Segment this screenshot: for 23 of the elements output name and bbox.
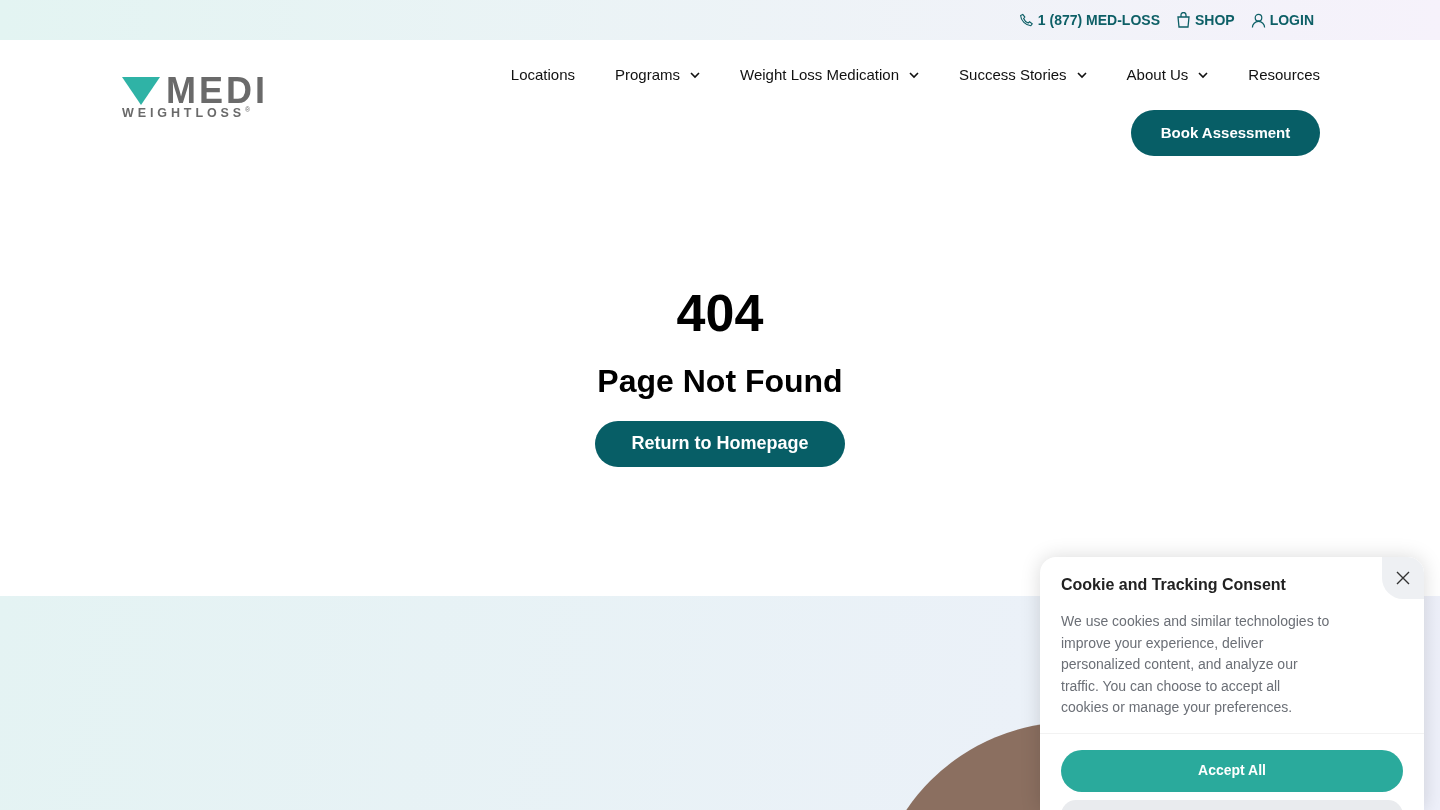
login-link[interactable]: LOGIN: [1250, 9, 1314, 31]
phone-icon: [1018, 12, 1034, 28]
nav-link[interactable]: Programs: [615, 63, 701, 87]
cookie-title: Cookie and Tracking Consent: [1061, 575, 1287, 595]
user-icon: [1250, 12, 1266, 28]
nav-link[interactable]: About Us: [1126, 63, 1209, 87]
nav-link[interactable]: Success Stories: [959, 63, 1087, 87]
error-title: Page Not Found: [597, 362, 843, 401]
logo-subword: WEIGHTLOSS: [122, 106, 246, 120]
cookie-text: We use cookies and similar technologies to improve your experience, deliver personalized content, and analyze our traffic. You can choose to accept all cookies or manage your preferences.: [1061, 612, 1331, 717]
error-code: 404: [676, 283, 764, 344]
nav-link[interactable]: Locations: [510, 63, 576, 87]
nav-link[interactable]: Resources: [1248, 63, 1320, 87]
book-assessment-button[interactable]: Book Assessment: [1131, 110, 1320, 156]
close-button[interactable]: [1382, 557, 1424, 599]
logo-word: MEDI: [166, 76, 268, 106]
shopping-bag-icon: [1175, 12, 1191, 28]
return-homepage-button[interactable]: Return to Homepage: [595, 420, 845, 467]
triangle-icon: [122, 77, 160, 105]
nav-link[interactable]: Weight Loss Medication: [740, 63, 920, 87]
phone-link[interactable]: 1 (877) MED-LOSS: [1018, 9, 1160, 31]
close-icon: [1395, 570, 1411, 586]
shop-link[interactable]: SHOP: [1175, 9, 1235, 31]
